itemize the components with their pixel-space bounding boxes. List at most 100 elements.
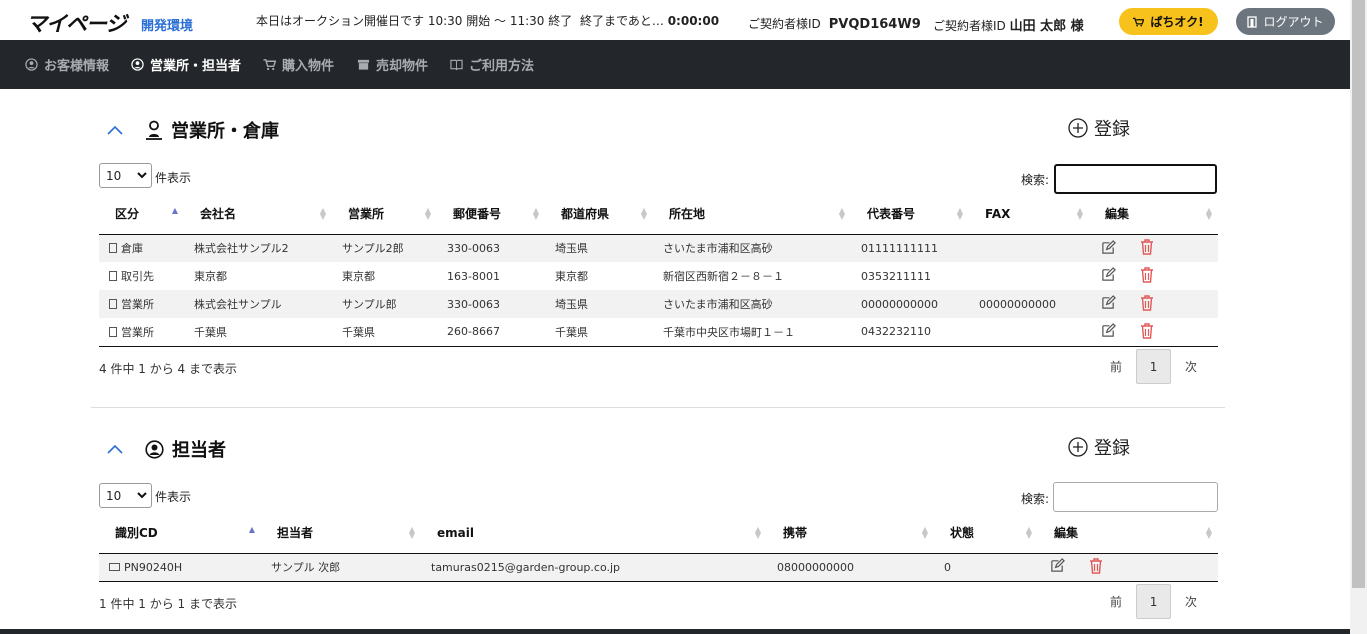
- col-prefecture[interactable]: 都道府県 ▲ ▼: [545, 194, 653, 235]
- page-button[interactable]: 1: [1136, 349, 1172, 384]
- col-mobile[interactable]: 携帯 ▲ ▼: [767, 513, 934, 554]
- cell-postal: 163-8001: [447, 269, 500, 283]
- cell-prefecture: 東京都: [555, 270, 588, 283]
- col-company[interactable]: 会社名 ▲ ▼: [184, 194, 332, 235]
- building-icon: [109, 243, 117, 254]
- cell-office: サンプル2郎: [342, 242, 404, 256]
- col-postal[interactable]: 郵便番号 ▲ ▼: [437, 194, 545, 235]
- staff-length-value: 10: [106, 488, 122, 503]
- col-staff[interactable]: 担当者 ▲ ▼: [261, 513, 421, 554]
- col-email[interactable]: email ▲ ▼: [421, 513, 767, 554]
- cell-status: 0: [934, 553, 1038, 582]
- nav-customer-info[interactable]: お客様情報: [25, 55, 109, 74]
- staff-search-label: 検索:: [1021, 492, 1050, 506]
- staff-register-button[interactable]: 登録: [1068, 434, 1130, 460]
- prev-button[interactable]: 前: [1110, 593, 1122, 610]
- staff-length-select[interactable]: 10: [99, 483, 152, 508]
- cell-postal: 330-0063: [447, 297, 500, 311]
- logo[interactable]: マイページ: [26, 8, 127, 38]
- nav-usage-guide[interactable]: ご利用方法: [450, 55, 534, 74]
- logout-button[interactable]: ログアウト: [1236, 8, 1335, 35]
- cell-id-text: PN90240H: [124, 560, 183, 574]
- cell-address: 千葉市中央区市場町１－１: [653, 318, 851, 347]
- sort-icon: ▲ ▼: [408, 525, 415, 540]
- contract-id: ご契約者様ID PVQD164W9: [748, 15, 921, 32]
- vertical-scrollbar[interactable]: [1350, 0, 1367, 634]
- col-edit-label: 編集: [1054, 526, 1079, 541]
- cell-company: 東京都: [194, 270, 227, 283]
- prev-button[interactable]: 前: [1110, 358, 1122, 375]
- edit-icon[interactable]: [1101, 239, 1116, 255]
- staff-search-input[interactable]: [1053, 482, 1218, 512]
- delete-icon[interactable]: [1140, 267, 1154, 283]
- nav-offices-staff[interactable]: 営業所・担当者: [131, 55, 241, 74]
- edit-icon[interactable]: [1101, 323, 1116, 338]
- cell-kubun-text: 取引先: [121, 270, 154, 283]
- cell-phone: 01111111111: [861, 241, 938, 255]
- collapse-chevron-icon[interactable]: [107, 125, 127, 135]
- col-edit[interactable]: 編集 ▲ ▼: [1089, 194, 1218, 235]
- col-kubun[interactable]: 区分 ▲: [99, 194, 184, 235]
- contract-name-value: 山田 太郎 様: [1009, 19, 1084, 34]
- cell-kubun: 取引先: [99, 262, 184, 290]
- staff-section: 担当者 登録 10 件表示 検索: 識別CD ▲ 担当者 ▲ ▼ email ▲ ▼ 携帯…: [99, 434, 1218, 629]
- offices-section: 営業所・倉庫 登録 10 件表示 検索: 区分 ▲ 会社名 ▲ ▼ 営業所 ▲ ▼ 郵便番…: [99, 115, 1218, 395]
- next-button[interactable]: 次: [1185, 593, 1197, 610]
- delete-icon[interactable]: [1140, 239, 1154, 255]
- col-fax-label: FAX: [985, 206, 1011, 221]
- delete-icon[interactable]: [1140, 295, 1154, 311]
- nav-sold[interactable]: 売却物件: [357, 55, 428, 74]
- staff-header-row: 識別CD ▲ 担当者 ▲ ▼ email ▲ ▼ 携帯 ▲ ▼ 状態 ▲ ▼ 編集 ▲ ▼: [99, 513, 1218, 554]
- table-row: 営業所 千葉県 千葉県 260-8667 千葉県 千葉市中央区市場町１－１ 04…: [99, 318, 1218, 347]
- cell-prefecture: 埼玉県: [555, 298, 588, 311]
- sort-icon: ▲ ▼: [838, 206, 845, 221]
- pachi-auction-button[interactable]: ぱちオク!: [1119, 8, 1218, 35]
- col-phone[interactable]: 代表番号 ▲ ▼: [851, 194, 969, 235]
- col-office[interactable]: 営業所 ▲ ▼: [332, 194, 437, 235]
- offices-length-select[interactable]: 10: [99, 163, 152, 188]
- id-card-icon: [109, 562, 120, 571]
- edit-icon[interactable]: [1050, 558, 1065, 573]
- cell-prefecture: 埼玉県: [555, 242, 588, 256]
- edit-icon[interactable]: [1101, 295, 1116, 310]
- col-kubun-label: 区分: [115, 207, 140, 222]
- building-icon: [109, 326, 117, 337]
- next-button[interactable]: 次: [1185, 358, 1197, 375]
- staff-length-label: 件表示: [155, 490, 192, 504]
- sort-icon: ▲ ▼: [1205, 206, 1212, 221]
- col-fax[interactable]: FAX ▲ ▼: [969, 194, 1089, 235]
- contract-name: ご契約者様ID 山田 太郎 様: [933, 15, 1084, 34]
- cell-address: さいたま市浦和区高砂: [663, 242, 773, 256]
- sort-icon: ▲ ▼: [1025, 525, 1032, 540]
- cell-fax: [969, 234, 1089, 262]
- logout-label: ログアウト: [1263, 15, 1324, 29]
- cart-icon: [263, 59, 276, 71]
- remaining-time: 終了まであと… 0:00:00: [580, 12, 719, 29]
- col-status[interactable]: 状態 ▲ ▼: [934, 513, 1038, 554]
- scrollbar-thumb[interactable]: [1352, 0, 1365, 588]
- col-staff-label: 担当者: [277, 526, 314, 541]
- nav-offices-staff-label: 営業所・担当者: [150, 59, 242, 74]
- edit-icon[interactable]: [1101, 267, 1116, 282]
- col-id[interactable]: 識別CD ▲: [99, 513, 261, 554]
- plus-circle-icon: [1068, 118, 1088, 138]
- col-address[interactable]: 所在地 ▲ ▼: [653, 194, 851, 235]
- page-button[interactable]: 1: [1136, 584, 1172, 619]
- sort-icon: ▲ ▼: [1076, 206, 1083, 221]
- col-edit[interactable]: 編集 ▲ ▼: [1038, 513, 1218, 554]
- delete-icon[interactable]: [1140, 322, 1154, 339]
- offices-search-input[interactable]: [1054, 164, 1217, 194]
- cell-office: サンプル郎: [342, 298, 397, 311]
- staff-title-text: 担当者: [172, 440, 226, 461]
- staff-table: 識別CD ▲ 担当者 ▲ ▼ email ▲ ▼ 携帯 ▲ ▼ 状態 ▲ ▼ 編集 ▲ ▼ PN902…: [99, 513, 1218, 582]
- collapse-chevron-icon[interactable]: [107, 444, 127, 454]
- nav-purchased[interactable]: 購入物件: [263, 55, 334, 74]
- building-icon: [109, 271, 117, 281]
- sort-icon: ▲ ▼: [956, 206, 963, 221]
- col-prefecture-label: 都道府県: [561, 207, 610, 222]
- delete-icon[interactable]: [1089, 558, 1103, 574]
- cell-postal: 260-8667: [437, 318, 545, 347]
- offices-register-button[interactable]: 登録: [1068, 115, 1130, 141]
- col-id-label: 識別CD: [115, 526, 158, 541]
- cart-icon: [1133, 17, 1145, 26]
